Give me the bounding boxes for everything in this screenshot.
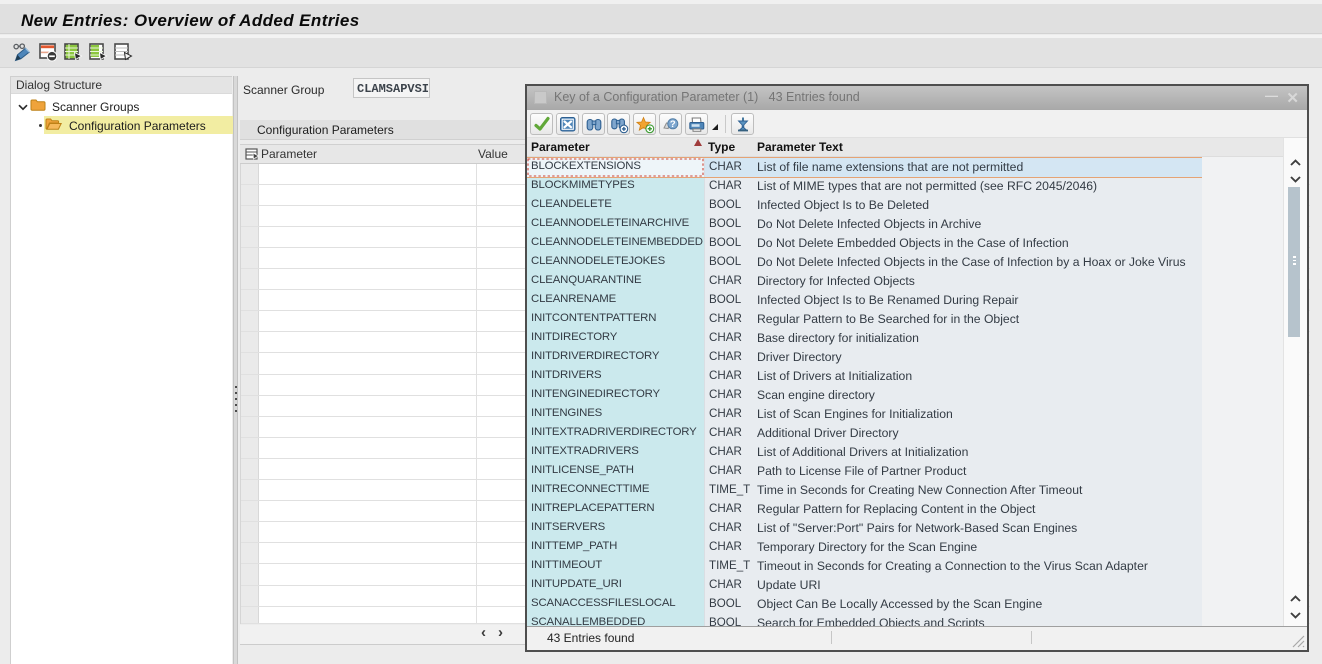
svg-text:?: ? (670, 119, 676, 130)
